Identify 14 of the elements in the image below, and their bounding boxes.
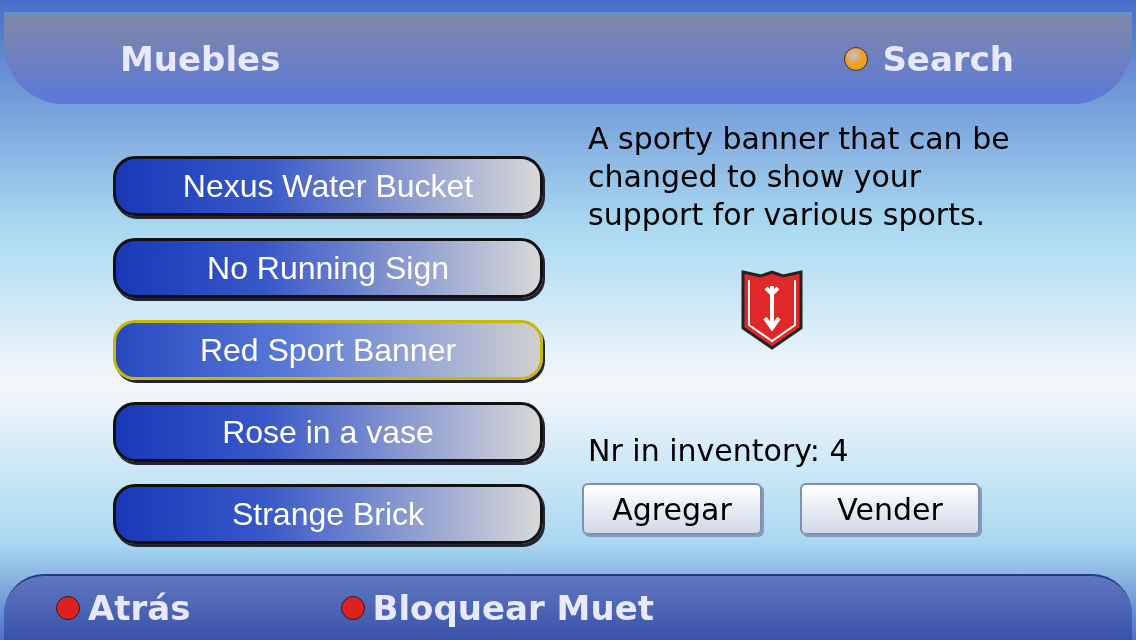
action-button[interactable]: Vender [800,483,980,535]
list-item[interactable]: Rose in a vase [113,402,543,462]
search-button[interactable]: Search [882,33,1014,85]
action-button[interactable]: Agregar [582,483,762,535]
footer-button[interactable]: Bloquear Muet [372,582,654,634]
footer-button[interactable]: Atrás [88,582,191,634]
banner-icon [741,268,803,350]
list-item[interactable]: Red Sport Banner [113,320,543,380]
list-item[interactable]: Strange Brick [113,484,543,544]
inventory-count: Nr in inventory: 4 [588,432,850,470]
item-description: A sporty banner that can be changed to show your support for various sports. [588,120,1011,234]
list-item[interactable]: Nexus Water Bucket [113,156,543,216]
header-title: Muebles [120,37,281,81]
list-item[interactable]: No Running Sign [113,238,543,298]
